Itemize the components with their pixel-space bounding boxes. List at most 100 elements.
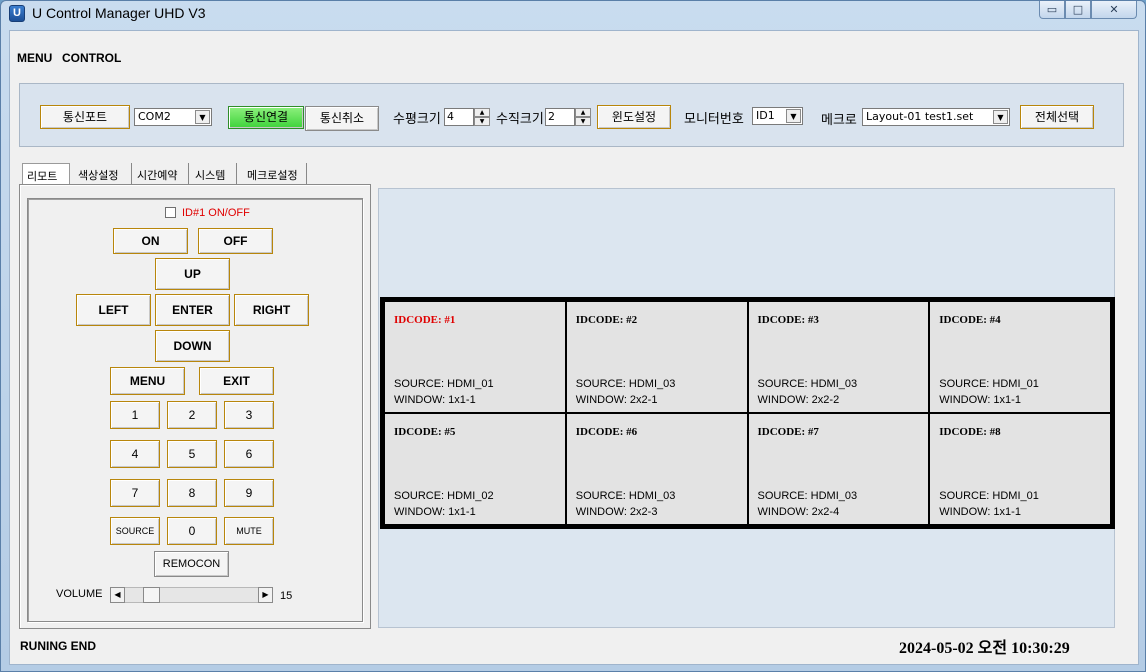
- digit-4-button[interactable]: 4: [110, 440, 160, 468]
- display-cell[interactable]: IDCODE: #8 SOURCE: HDMI_01 WINDOW: 1x1-1: [930, 414, 1110, 524]
- source-button[interactable]: SOURCE: [110, 517, 160, 545]
- client-area: MENU CONTROL 통신포트 COM2 ▼ 통신연결 통신취소 수평크기 …: [9, 30, 1139, 665]
- display-source: SOURCE: HDMI_01: [939, 490, 1039, 502]
- digit-7-button[interactable]: 7: [110, 479, 160, 507]
- app-logo-icon: U: [9, 5, 25, 22]
- digit-3-button[interactable]: 3: [224, 401, 274, 429]
- enter-button[interactable]: ENTER: [155, 294, 230, 326]
- display-idcode: IDCODE: #5: [394, 426, 456, 438]
- id-toggle-checkbox[interactable]: [165, 207, 176, 218]
- toolbar-panel: 통신포트 COM2 ▼ 통신연결 통신취소 수평크기 4 ▲ ▼ 수직크기 2 …: [19, 83, 1124, 147]
- display-source: SOURCE: HDMI_02: [394, 490, 494, 502]
- display-idcode: IDCODE: #8: [939, 426, 1001, 438]
- right-button[interactable]: RIGHT: [234, 294, 309, 326]
- display-window: WINDOW: 1x1-1: [394, 506, 476, 518]
- h-size-value: 4: [447, 110, 454, 123]
- connect-button[interactable]: 통신연결: [228, 106, 304, 129]
- display-cell[interactable]: IDCODE: #1 SOURCE: HDMI_01 WINDOW: 1x1-1: [385, 302, 565, 412]
- window-setup-button[interactable]: 윈도설정: [597, 105, 671, 129]
- volume-label: VOLUME: [56, 588, 103, 600]
- display-cell[interactable]: IDCODE: #2 SOURCE: HDMI_03 WINDOW: 2x2-1: [566, 302, 747, 412]
- mute-button[interactable]: MUTE: [224, 517, 274, 545]
- down-button[interactable]: DOWN: [155, 330, 230, 362]
- app-window: U U Control Manager UHD V3 ▭ □ ✕ MENU CO…: [0, 0, 1146, 672]
- digit-1-button[interactable]: 1: [110, 401, 160, 429]
- display-window: WINDOW: 1x1-1: [939, 506, 1021, 518]
- display-cell[interactable]: IDCODE: #3 SOURCE: HDMI_03 WINDOW: 2x2-2: [748, 302, 929, 412]
- digit-5-button[interactable]: 5: [167, 440, 217, 468]
- select-all-button[interactable]: 전체선택: [1020, 105, 1094, 129]
- spin-down-icon[interactable]: ▼: [575, 117, 591, 126]
- tab-system[interactable]: 시스템: [191, 163, 237, 185]
- display-idcode: IDCODE: #7: [757, 426, 819, 438]
- off-button[interactable]: OFF: [198, 228, 273, 254]
- display-source: SOURCE: HDMI_03: [757, 378, 858, 390]
- menu-button[interactable]: MENU: [110, 367, 185, 395]
- status-text: RUNING END: [20, 639, 97, 653]
- remocon-button[interactable]: REMOCON: [154, 551, 229, 577]
- remote-keypad: ID#1 ON/OFF ON OFF UP LEFT ENTER RIGHT D…: [27, 198, 363, 622]
- port-button[interactable]: 통신포트: [40, 105, 130, 129]
- digit-9-button[interactable]: 9: [224, 479, 274, 507]
- arrow-right-icon[interactable]: ▶: [258, 587, 273, 603]
- monitor-no-label: 모니터번호: [684, 112, 744, 127]
- monitor-select[interactable]: ID1 ▼: [752, 107, 803, 125]
- display-window: WINDOW: 2x2-4: [757, 506, 840, 518]
- digit-8-button[interactable]: 8: [167, 479, 217, 507]
- display-cell[interactable]: IDCODE: #7 SOURCE: HDMI_03 WINDOW: 2x2-4: [748, 414, 929, 524]
- display-source: SOURCE: HDMI_01: [939, 378, 1039, 390]
- spin-up-icon[interactable]: ▲: [575, 108, 591, 117]
- macro-select[interactable]: Layout-01 test1.set ▼: [862, 108, 1010, 126]
- maximize-button[interactable]: □: [1065, 1, 1091, 19]
- up-button[interactable]: UP: [155, 258, 230, 290]
- display-idcode: IDCODE: #3: [757, 314, 819, 326]
- v-size-stepper[interactable]: 2 ▲ ▼: [545, 108, 591, 126]
- port-select[interactable]: COM2 ▼: [134, 108, 212, 126]
- digit-2-button[interactable]: 2: [167, 401, 217, 429]
- display-cell[interactable]: IDCODE: #6 SOURCE: HDMI_03 WINDOW: 2x2-3: [566, 414, 747, 524]
- menu-item-menu[interactable]: MENU: [17, 51, 52, 65]
- spin-up-icon[interactable]: ▲: [474, 108, 490, 117]
- digit-0-button[interactable]: 0: [167, 517, 217, 545]
- left-button[interactable]: LEFT: [76, 294, 151, 326]
- spin-down-icon[interactable]: ▼: [474, 117, 490, 126]
- volume-slider-thumb[interactable]: [143, 587, 160, 603]
- h-size-stepper[interactable]: 4 ▲ ▼: [444, 108, 490, 126]
- tab-remote[interactable]: 리모트: [22, 163, 70, 185]
- chevron-down-icon[interactable]: ▼: [786, 109, 801, 123]
- volume-slider[interactable]: ◀ ▶: [110, 587, 273, 603]
- close-button[interactable]: ✕: [1091, 1, 1137, 19]
- id-toggle-label: ID#1 ON/OFF: [182, 207, 250, 219]
- tab-macro-settings[interactable]: 메크로설정: [243, 163, 307, 185]
- display-cell[interactable]: IDCODE: #5 SOURCE: HDMI_02 WINDOW: 1x1-1: [385, 414, 565, 524]
- volume-value: 15: [280, 590, 293, 602]
- display-source: SOURCE: HDMI_03: [575, 378, 676, 390]
- disconnect-button[interactable]: 통신취소: [305, 106, 379, 131]
- display-idcode: IDCODE: #4: [939, 314, 1001, 326]
- window-title: U Control Manager UHD V3: [32, 5, 206, 21]
- display-source: SOURCE: HDMI_03: [575, 490, 676, 502]
- display-idcode: IDCODE: #1: [394, 314, 456, 326]
- menu-item-control[interactable]: CONTROL: [62, 51, 121, 65]
- tab-color-settings[interactable]: 색상설정: [74, 163, 132, 185]
- display-cell[interactable]: IDCODE: #4 SOURCE: HDMI_01 WINDOW: 1x1-1: [930, 302, 1110, 412]
- chevron-down-icon[interactable]: ▼: [993, 110, 1008, 124]
- h-size-label: 수평크기: [393, 112, 441, 127]
- title-bar[interactable]: U U Control Manager UHD V3 ▭ □ ✕: [1, 1, 1145, 27]
- digit-6-button[interactable]: 6: [224, 440, 274, 468]
- display-window: WINDOW: 2x2-1: [575, 394, 658, 406]
- minimize-button[interactable]: ▭: [1039, 1, 1065, 19]
- macro-select-value: Layout-01 test1.set: [866, 110, 974, 123]
- tab-schedule[interactable]: 시간예약: [133, 163, 189, 185]
- on-button[interactable]: ON: [113, 228, 188, 254]
- status-datetime: 2024-05-02 오전 10:30:29: [899, 640, 1070, 657]
- chevron-down-icon[interactable]: ▼: [195, 110, 210, 124]
- monitor-select-value: ID1: [756, 109, 775, 122]
- arrow-left-icon[interactable]: ◀: [110, 587, 125, 603]
- exit-button[interactable]: EXIT: [199, 367, 274, 395]
- v-size-label: 수직크기: [496, 112, 544, 127]
- macro-label: 메크로: [821, 113, 857, 128]
- display-window: WINDOW: 1x1-1: [394, 394, 476, 406]
- display-area: IDCODE: #1 SOURCE: HDMI_01 WINDOW: 1x1-1 ID…: [378, 188, 1115, 628]
- display-source: SOURCE: HDMI_03: [757, 490, 858, 502]
